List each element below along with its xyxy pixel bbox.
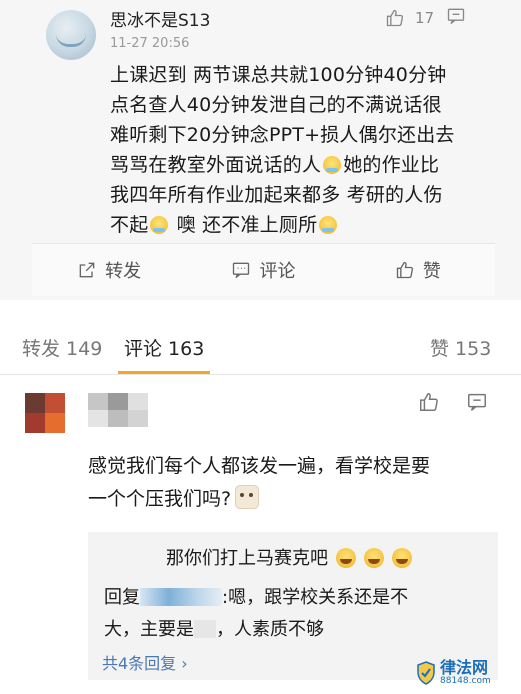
like-button[interactable]: 赞 bbox=[341, 244, 495, 296]
commenter-name-mosaic bbox=[88, 393, 148, 427]
shield-icon bbox=[417, 661, 435, 685]
thumb-up-icon bbox=[396, 261, 413, 279]
thumb-up-icon bbox=[420, 393, 438, 411]
reply-text: :嗯，跟学校关系还是不 bbox=[222, 587, 409, 608]
post-body-text: 骂骂在教室外面说话的人 bbox=[110, 154, 322, 176]
tab-likes[interactable]: 赞 153 bbox=[430, 334, 491, 361]
post-action-bar: 转发 评论 赞 bbox=[32, 243, 495, 296]
post-body-text: 她的作业比 bbox=[343, 154, 440, 176]
comment-label: 评论 bbox=[259, 261, 296, 282]
sweat-emoji-icon bbox=[319, 216, 338, 234]
comment-icon bbox=[447, 8, 465, 25]
active-tab-indicator bbox=[118, 371, 210, 374]
comment-reply-button[interactable] bbox=[466, 391, 488, 417]
post-body-line: 不起 噢 还不准上厕所 bbox=[110, 210, 470, 240]
sweat-emoji-icon bbox=[150, 216, 169, 234]
reply-text: 大，主要是 bbox=[104, 619, 194, 640]
laugh-emoji-icon bbox=[392, 548, 412, 568]
post-body: 上课迟到 两节课总共就100分钟40分钟 点名查人40分钟发泄自己的不满说话很 … bbox=[110, 60, 470, 240]
laugh-emoji-icon bbox=[364, 548, 384, 568]
post-body-text: 不起 bbox=[110, 214, 149, 236]
thumb-up-icon bbox=[386, 9, 404, 27]
reply-text: ，人素质不够 bbox=[216, 619, 324, 640]
post-body-line: 难听剩下20分钟念PPT+损人偶尔还出去 bbox=[110, 124, 455, 146]
post-body-line: 上课迟到 两节课总共就100分钟40分钟 bbox=[110, 64, 447, 86]
view-all-replies-link[interactable]: 共4条回复 › bbox=[102, 650, 188, 674]
mosaic-username bbox=[140, 588, 222, 606]
watermark-title: 律法网 bbox=[440, 658, 489, 677]
comment-icon bbox=[233, 262, 250, 279]
user-avatar[interactable] bbox=[46, 10, 96, 60]
reply-text: 那你们打上马赛克吧 bbox=[166, 548, 328, 569]
post-body-line: 我四年所有作业加起来都多 考研的人伤 bbox=[110, 184, 443, 206]
cat-emoji-icon bbox=[235, 485, 260, 509]
repost-button[interactable]: 转发 bbox=[32, 244, 186, 296]
comment-like-button[interactable] bbox=[418, 391, 440, 417]
reply-prefix: 回复 bbox=[104, 587, 140, 608]
comment-button[interactable]: 评论 bbox=[186, 244, 340, 296]
reply-item[interactable]: 回复 :嗯，跟学校关系还是不 大，主要是 ，人素质不够 bbox=[104, 582, 490, 646]
post-body-line: 点名查人40分钟发泄自己的不满说话很 bbox=[110, 94, 442, 116]
comment-line: 感觉我们每个人都该发一遍，看学校是要 bbox=[88, 455, 431, 477]
post-time: 11-27 20:56 bbox=[110, 36, 190, 51]
watermark-url: 88148.com bbox=[440, 676, 491, 686]
interaction-tabs: 转发 149 评论 163 赞 153 bbox=[0, 322, 521, 375]
tab-comments[interactable]: 评论 163 bbox=[124, 334, 204, 361]
comment-text: 感觉我们每个人都该发一遍，看学校是要 一个个压我们吗? bbox=[88, 450, 488, 516]
watermark-text: 律法网 88148.com bbox=[440, 658, 491, 687]
comment-icon bbox=[468, 393, 486, 411]
sweat-emoji-icon bbox=[323, 156, 342, 174]
post-body-text: 噢 还不准上厕所 bbox=[170, 214, 318, 236]
repost-label: 转发 bbox=[105, 261, 142, 282]
site-watermark: 律法网 88148.com bbox=[416, 656, 516, 690]
post-body-line: 骂骂在教室外面说话的人 她的作业比 bbox=[110, 150, 470, 180]
mosaic-word bbox=[194, 620, 216, 638]
laugh-emoji-icon bbox=[336, 548, 356, 568]
reply-item[interactable]: 那你们打上马赛克吧 bbox=[166, 544, 412, 570]
comment-line: 一个个压我们吗? bbox=[88, 483, 488, 516]
share-icon bbox=[79, 262, 95, 278]
like-label: 赞 bbox=[422, 261, 441, 282]
post-like-count: 17 bbox=[415, 9, 435, 27]
post-comment-icon-button[interactable] bbox=[446, 6, 466, 30]
comment-line-text: 一个个压我们吗? bbox=[88, 488, 232, 510]
post-username[interactable]: 思冰不是S13 bbox=[110, 6, 210, 31]
commenter-avatar[interactable] bbox=[25, 393, 65, 433]
tab-reposts[interactable]: 转发 149 bbox=[22, 334, 102, 361]
